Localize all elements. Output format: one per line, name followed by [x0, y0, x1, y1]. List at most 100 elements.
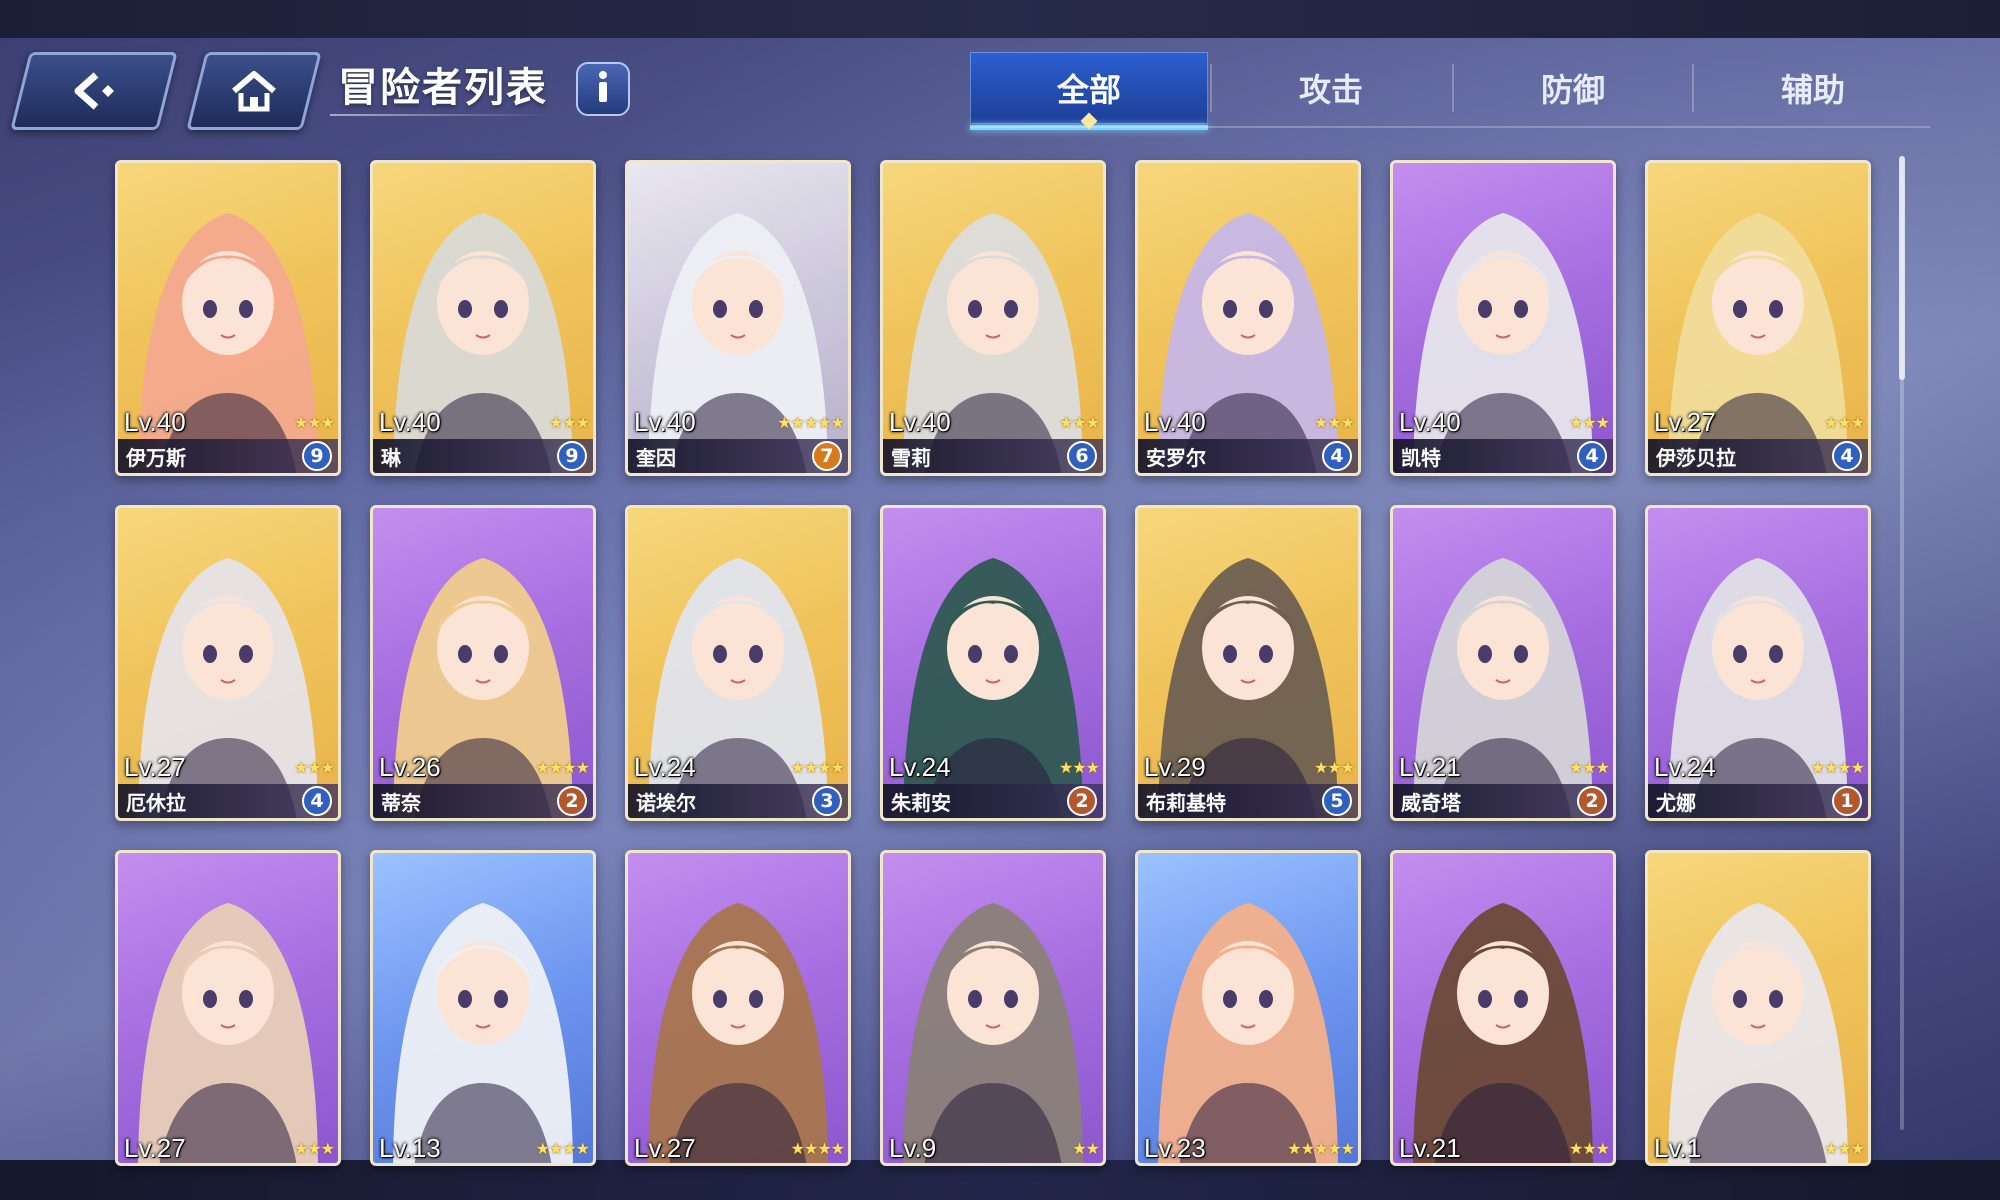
adventurer-name: 雪莉: [891, 445, 931, 470]
level-label: Lv.1: [1654, 1132, 1702, 1163]
adventurer-name: 布莉基特: [1146, 790, 1226, 815]
level-label: Lv.27: [124, 751, 186, 782]
star-rating: ★★★: [1313, 412, 1355, 432]
star-rating: ★★★: [1313, 757, 1355, 777]
adventurer-card[interactable]: Lv.21 ★★★: [1390, 850, 1616, 1166]
name-bar: 安罗尔 4: [1138, 439, 1358, 473]
adventurer-card[interactable]: Lv.40 ★★★ 琳 9: [370, 160, 596, 476]
level-label: Lv.29: [1144, 751, 1206, 782]
adventurer-card[interactable]: Lv.27 ★★★ 厄休拉 4: [115, 505, 341, 821]
level-bar: Lv.40 ★★★★★: [628, 407, 848, 437]
rank-badge: 4: [1322, 441, 1352, 471]
adventurer-portrait: [1413, 903, 1593, 1163]
level-bar: Lv.9 ★★: [883, 1133, 1103, 1163]
level-label: Lv.40: [124, 406, 186, 437]
star-rating: ★★★: [1823, 412, 1865, 432]
star-rating: ★★★: [1568, 1138, 1610, 1158]
name-bar: 伊莎贝拉 4: [1648, 439, 1868, 473]
level-label: Lv.24: [1654, 751, 1716, 782]
star-rating: ★★★: [293, 1138, 335, 1158]
adventurer-card[interactable]: Lv.13 ★★★★: [370, 850, 596, 1166]
adventurer-card[interactable]: Lv.26 ★★★★ 蒂奈 2: [370, 505, 596, 821]
adventurer-card[interactable]: Lv.40 ★★★ 雪莉 6: [880, 160, 1106, 476]
adventurer-card[interactable]: Lv.27 ★★★ 伊莎贝拉 4: [1645, 160, 1871, 476]
star-rating: ★★★: [1058, 412, 1100, 432]
level-label: Lv.27: [124, 1132, 186, 1163]
star-rating: ★★★★: [790, 757, 845, 777]
adventurer-card[interactable]: Lv.40 ★★★★★ 奎因 7: [625, 160, 851, 476]
bottom-frame: [0, 1160, 2000, 1200]
level-bar: Lv.27 ★★★: [1648, 407, 1868, 437]
rank-badge: 3: [812, 786, 842, 816]
adventurer-card[interactable]: Lv.23 ★★★★★: [1135, 850, 1361, 1166]
adventurer-card[interactable]: Lv.9 ★★: [880, 850, 1106, 1166]
name-bar: 琳9: [373, 439, 593, 473]
tab-defense[interactable]: 防御: [1454, 52, 1692, 124]
scrollbar-thumb[interactable]: [1899, 156, 1905, 380]
adventurer-card[interactable]: Lv.21 ★★★ 威奇塔 2: [1390, 505, 1616, 821]
star-rating: ★★★★: [1810, 757, 1865, 777]
home-icon: [230, 69, 278, 113]
name-bar: 凯特 4: [1393, 439, 1613, 473]
level-label: Lv.21: [1399, 1132, 1461, 1163]
adventurer-card[interactable]: Lv.24 ★★★ 朱莉安 2: [880, 505, 1106, 821]
adventurer-card[interactable]: Lv.27 ★★★★: [625, 850, 851, 1166]
adventurer-card[interactable]: Lv.40 ★★★ 安罗尔 4: [1135, 160, 1361, 476]
level-label: Lv.27: [1654, 406, 1716, 437]
adventurer-portrait: [648, 903, 828, 1163]
name-bar: 尤娜 1: [1648, 784, 1868, 818]
star-rating: ★★★: [1568, 757, 1610, 777]
back-button[interactable]: [10, 52, 178, 130]
tab-support[interactable]: 辅助: [1694, 52, 1932, 124]
name-bar: 布莉基特 5: [1138, 784, 1358, 818]
home-button[interactable]: [186, 52, 322, 130]
level-label: Lv.13: [379, 1132, 441, 1163]
star-rating: ★★★: [1823, 1138, 1865, 1158]
adventurer-card[interactable]: Lv.27 ★★★: [115, 850, 341, 1166]
level-bar: Lv.26 ★★★★: [373, 752, 593, 782]
adventurer-name: 伊莎贝拉: [1656, 445, 1736, 470]
name-bar: 朱莉安 2: [883, 784, 1103, 818]
rank-badge: 5: [1322, 786, 1352, 816]
level-bar: Lv.40 ★★★: [118, 407, 338, 437]
rank-badge: 4: [1832, 441, 1862, 471]
adventurer-portrait: [903, 903, 1083, 1163]
rank-badge: 1: [1832, 786, 1862, 816]
level-bar: Lv.27 ★★★: [118, 752, 338, 782]
level-bar: Lv.13 ★★★★: [373, 1133, 593, 1163]
star-rating: ★★★★: [535, 1138, 590, 1158]
adventurer-card[interactable]: Lv.24 ★★★★ 诺埃尔 3: [625, 505, 851, 821]
name-bar: 厄休拉 4: [118, 784, 338, 818]
level-bar: Lv.40 ★★★: [1393, 407, 1613, 437]
adventurer-card[interactable]: Lv.40 ★★★ 凯特 4: [1390, 160, 1616, 476]
adventurer-card[interactable]: Lv.29 ★★★ 布莉基特 5: [1135, 505, 1361, 821]
adventurer-portrait: [1668, 903, 1848, 1163]
level-label: Lv.40: [1399, 406, 1461, 437]
tab-attack[interactable]: 攻击: [1212, 52, 1450, 124]
level-label: Lv.24: [634, 751, 696, 782]
level-bar: Lv.1 ★★★: [1648, 1133, 1868, 1163]
adventurer-card[interactable]: Lv.1 ★★★: [1645, 850, 1871, 1166]
level-bar: Lv.24 ★★★★: [1648, 752, 1868, 782]
adventurer-name: 奎因: [636, 445, 676, 470]
level-bar: Lv.23 ★★★★★: [1138, 1133, 1358, 1163]
star-rating: ★★★: [293, 757, 335, 777]
rank-badge: 6: [1067, 441, 1097, 471]
name-bar: 雪莉 6: [883, 439, 1103, 473]
rank-badge: 4: [1577, 441, 1607, 471]
adventurer-name: 诺埃尔: [636, 790, 696, 815]
name-bar: 诺埃尔 3: [628, 784, 848, 818]
level-label: Lv.23: [1144, 1132, 1206, 1163]
adventurer-portrait: [138, 903, 318, 1163]
adventurer-card[interactable]: Lv.24 ★★★★ 尤娜 1: [1645, 505, 1871, 821]
star-rating: ★★★: [293, 412, 335, 432]
level-label: Lv.40: [634, 406, 696, 437]
tabs-divider: [970, 126, 1930, 128]
level-label: Lv.24: [889, 751, 951, 782]
adventurer-name: 威奇塔: [1401, 790, 1461, 815]
info-button[interactable]: [576, 62, 630, 116]
level-bar: Lv.24 ★★★★: [628, 752, 848, 782]
page-title: 冒险者列表: [338, 65, 548, 111]
name-bar: 威奇塔 2: [1393, 784, 1613, 818]
adventurer-card[interactable]: Lv.40 ★★★ 伊万斯 9: [115, 160, 341, 476]
